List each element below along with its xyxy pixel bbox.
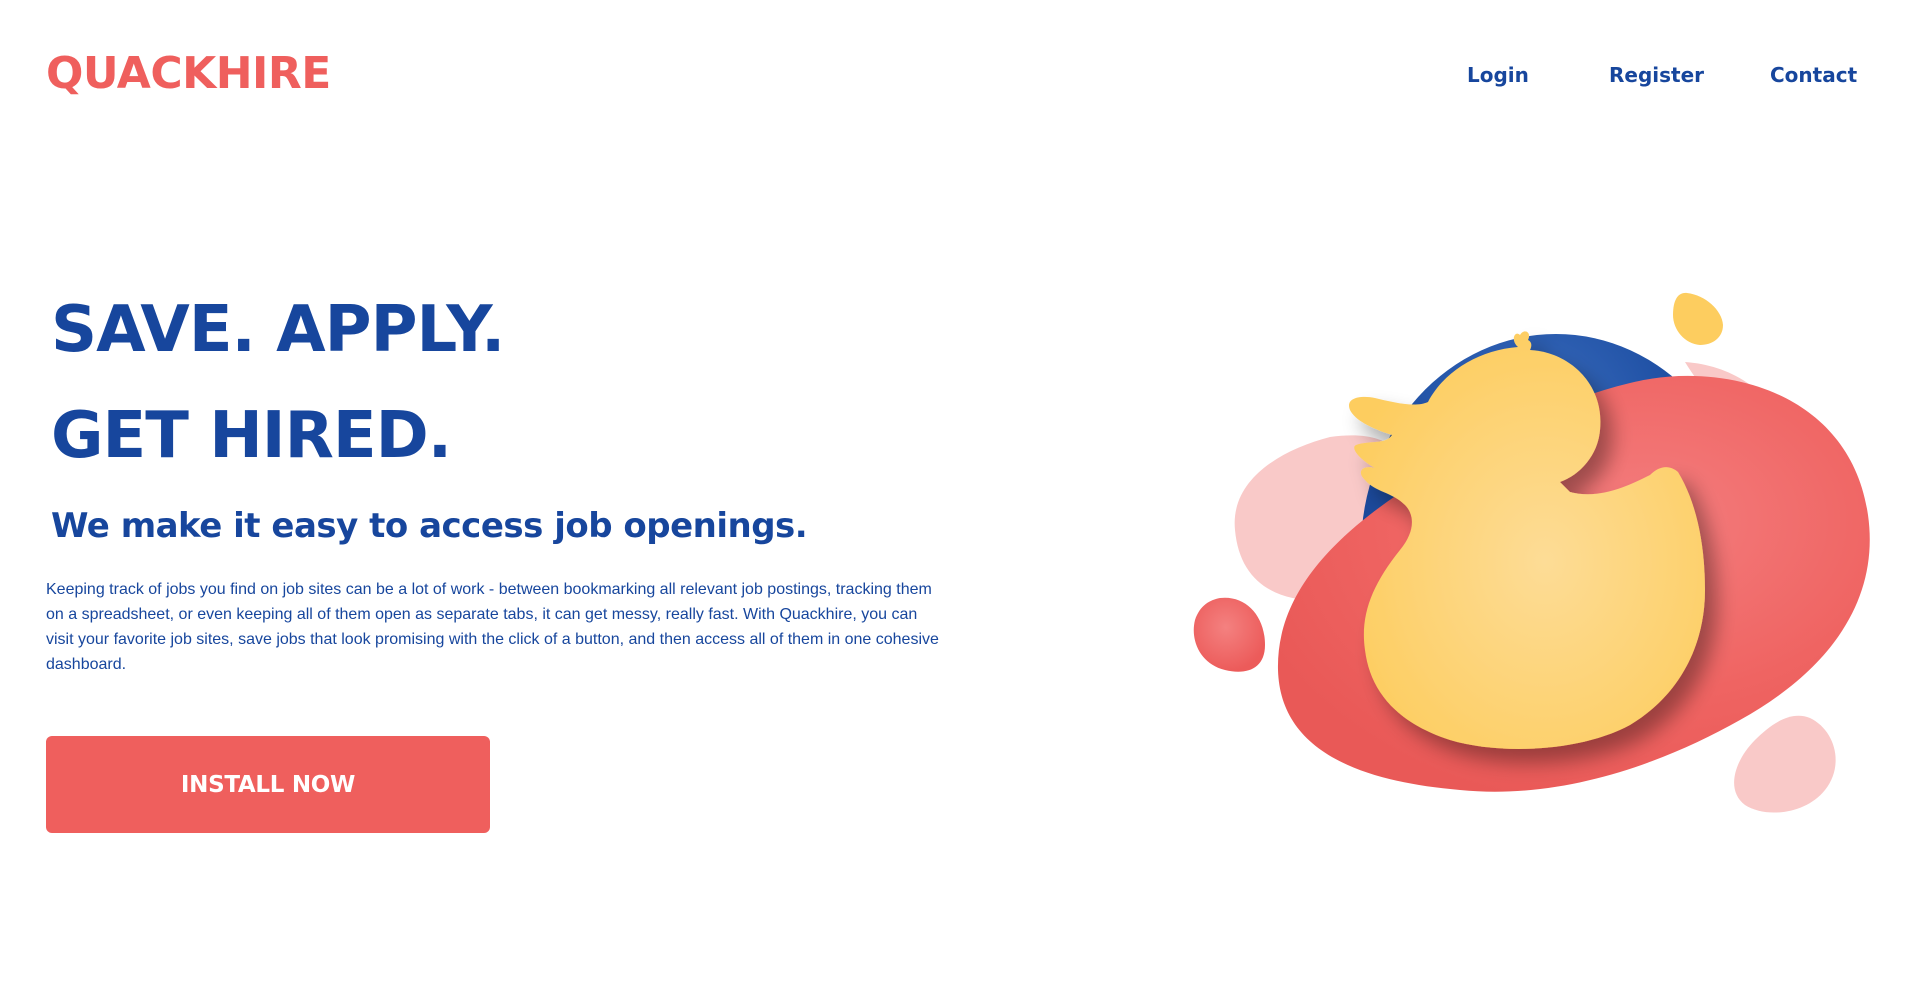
hero-subtitle: We make it easy to access job openings. — [51, 506, 808, 546]
nav-login-link[interactable]: Login — [1467, 60, 1529, 90]
red-blob-small — [1193, 597, 1265, 672]
install-now-button[interactable]: INSTALL NOW — [46, 736, 490, 833]
nav-register-link[interactable]: Register — [1609, 60, 1704, 90]
rubber-duck-icon — [1193, 292, 1870, 813]
hero-description: Keeping track of jobs you find on job si… — [46, 581, 939, 673]
pink-blob-bottom — [1734, 715, 1836, 813]
main-nav: Login Register Contact — [0, 60, 1920, 90]
duck-illustration — [1160, 270, 1880, 830]
nav-contact-link[interactable]: Contact — [1770, 60, 1857, 90]
yellow-blob-small — [1673, 292, 1723, 345]
hero-headline-line-2: GET HIRED. — [51, 399, 452, 473]
hero-headline-line-1: SAVE. APPLY. — [51, 293, 505, 367]
